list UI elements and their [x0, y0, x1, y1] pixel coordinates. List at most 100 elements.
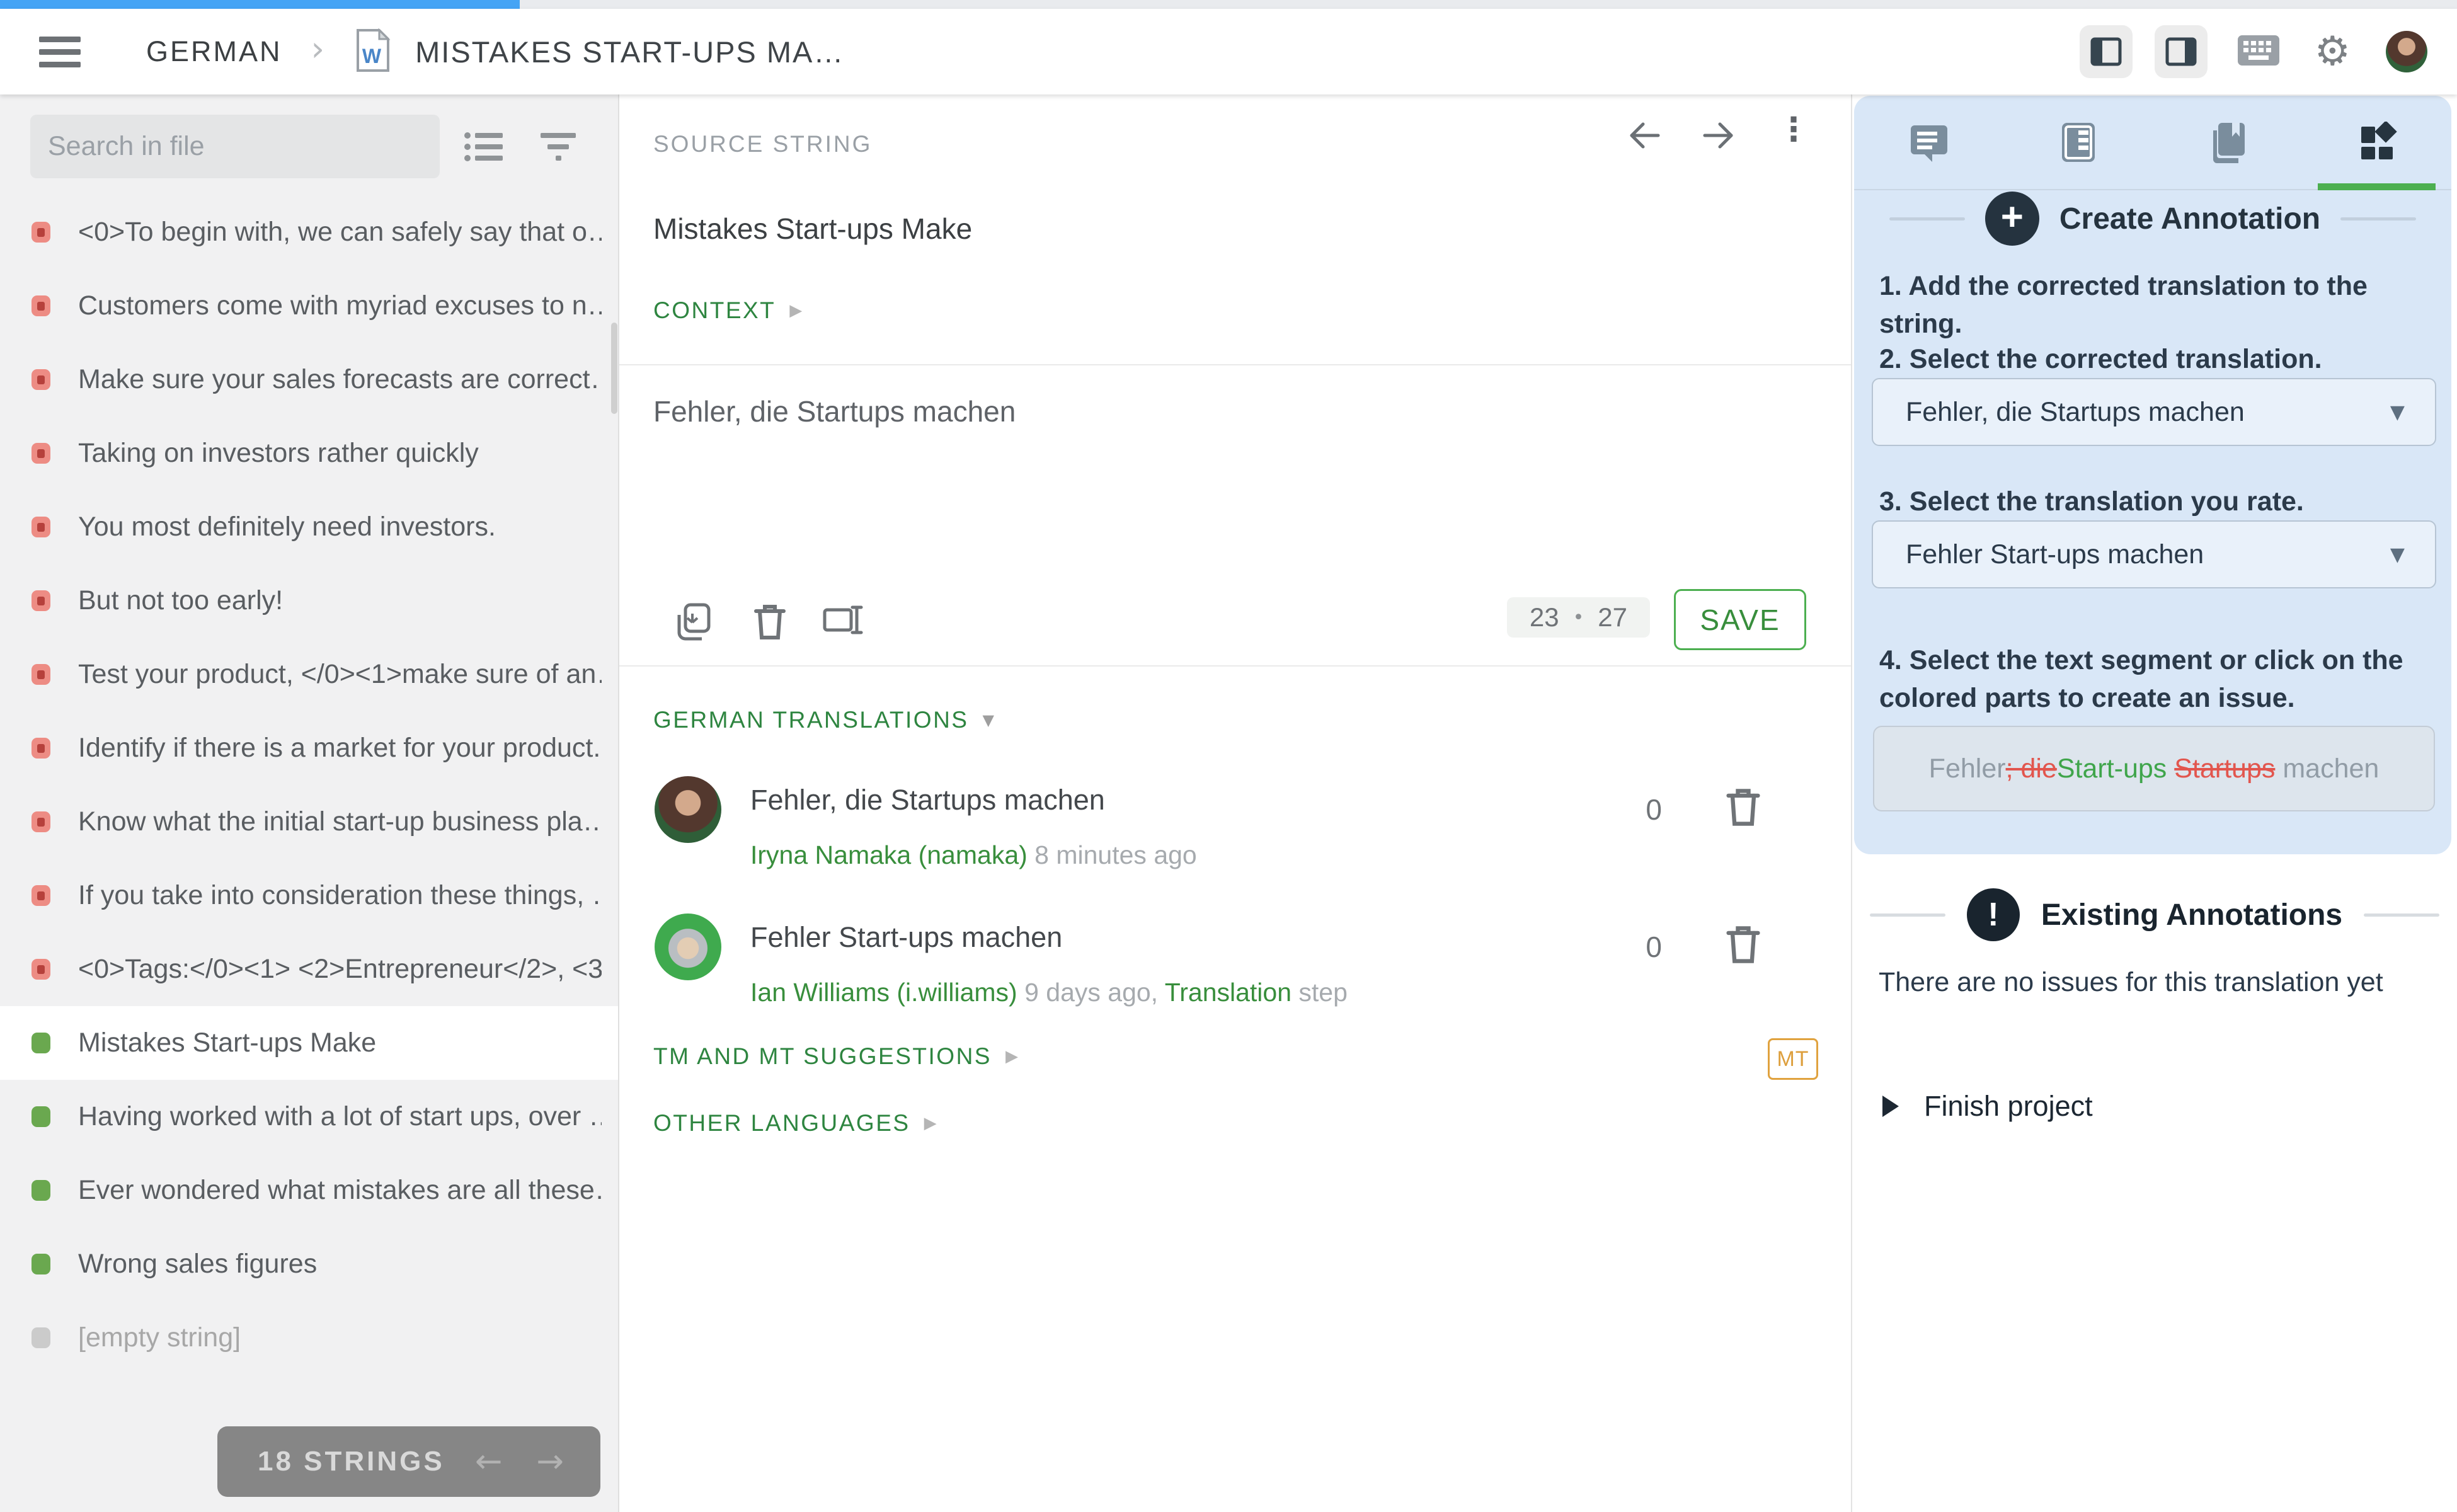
string-text: Ever wondered what mistakes are all thes…: [78, 1175, 602, 1206]
string-list-item[interactable]: Ever wondered what mistakes are all thes…: [0, 1154, 618, 1227]
finish-project-toggle[interactable]: Finish project: [1882, 1090, 2093, 1123]
string-list-item[interactable]: If you take into consideration these thi…: [0, 859, 618, 932]
translation-time: 9 days ago,: [1017, 978, 1165, 1007]
toggle-left-panel-button[interactable]: [2080, 25, 2133, 78]
string-list-item[interactable]: Taking on investors rather quickly: [0, 416, 618, 490]
char-count-separator: •: [1573, 607, 1584, 629]
string-list-item[interactable]: Identify if there is a market for your p…: [0, 711, 618, 785]
file-progress-fill: [0, 0, 520, 9]
copy-source-button[interactable]: [673, 602, 711, 644]
string-list-item[interactable]: Know what the initial start-up business …: [0, 785, 618, 859]
string-text: Make sure your sales forecasts are corre…: [78, 364, 602, 395]
toggle-right-panel-button[interactable]: [2155, 25, 2208, 78]
more-options-icon[interactable]: ⋮: [1777, 111, 1810, 149]
annotation-step-3: 3. Select the translation you rate.: [1879, 483, 2434, 520]
diff-segment-added[interactable]: Start-ups: [2057, 753, 2174, 784]
select-text-icon[interactable]: [822, 602, 864, 641]
translation-rating: 0: [1646, 793, 1662, 827]
string-text: If you take into consideration these thi…: [78, 880, 602, 911]
string-list-item[interactable]: Customers come with myriad excuses to n…: [0, 269, 618, 343]
translator-name-link[interactable]: Iryna Namaka (namaka): [750, 840, 1028, 869]
corrected-translation-select[interactable]: Fehler, die Startups machen ▼: [1872, 378, 2436, 446]
char-counter: 23 • 27: [1507, 597, 1650, 638]
tab-annotations[interactable]: [2302, 96, 2451, 189]
string-list-item[interactable]: <0>To begin with, we can safely say that…: [0, 195, 618, 269]
tab-glossary[interactable]: [2153, 96, 2302, 189]
list-view-icon[interactable]: [464, 130, 504, 166]
strings-pager: 18 STRINGS ← →: [217, 1426, 600, 1497]
string-text: Test your product, </0><1>make sure of a…: [78, 659, 602, 690]
translator-avatar: [655, 776, 721, 843]
topbar-actions: ⚙: [2080, 25, 2427, 78]
svg-text:W: W: [362, 45, 382, 67]
no-issues-message: There are no issues for this translation…: [1879, 967, 2383, 998]
diff-segment-unchanged: Fehler: [1929, 753, 2006, 784]
annotation-step-4-line1: 4. Select the text segment or click on t…: [1879, 641, 2434, 679]
string-list-item[interactable]: You most definitely need investors.: [0, 490, 618, 564]
breadcrumb-project[interactable]: GERMAN: [146, 35, 282, 68]
plus-circle-icon: +: [1985, 192, 2039, 246]
divider: [2340, 217, 2416, 220]
string-list-item[interactable]: But not too early!: [0, 564, 618, 638]
user-avatar[interactable]: [2386, 31, 2427, 72]
string-text: [empty string]: [78, 1322, 241, 1353]
source-text: Mistakes Start-ups Make: [653, 212, 972, 246]
string-list-item[interactable]: [empty string]: [0, 1301, 618, 1375]
settings-gear-icon[interactable]: ⚙: [2315, 32, 2351, 72]
string-list-item[interactable]: Make sure your sales forecasts are corre…: [0, 343, 618, 416]
keyboard-shortcuts-button[interactable]: [2238, 35, 2279, 69]
next-page-icon[interactable]: →: [536, 1445, 564, 1478]
divider: [619, 364, 1851, 365]
char-count-max: 27: [1598, 602, 1627, 633]
string-text: <0>Tags:</0><1> <2>Entrepreneur</2>, <3…: [78, 954, 602, 985]
panel-tabs: [1854, 96, 2451, 190]
other-languages-section-toggle[interactable]: OTHER LANGUAGES ▶: [653, 1110, 937, 1137]
context-section-toggle[interactable]: CONTEXT ▶: [653, 297, 802, 324]
tm-mt-section-toggle[interactable]: TM AND MT SUGGESTIONS ▶: [653, 1043, 1018, 1070]
divider: [619, 665, 1851, 667]
tab-string-info[interactable]: [2003, 96, 2153, 189]
string-list-item[interactable]: Test your product, </0><1>make sure of a…: [0, 638, 618, 711]
translation-rating: 0: [1646, 930, 1662, 964]
string-list-item[interactable]: <0>Tags:</0><1> <2>Entrepreneur</2>, <3…: [0, 932, 618, 1006]
diff-preview-box[interactable]: Fehler; dieStart-ups Startups machen: [1873, 726, 2435, 811]
chevron-down-icon: ▼: [2390, 401, 2405, 423]
string-list-item[interactable]: Wrong sales figures: [0, 1227, 618, 1301]
string-text: Mistakes Start-ups Make: [78, 1028, 376, 1058]
char-count-current: 23: [1530, 602, 1559, 633]
sidebar-scrollbar[interactable]: [611, 323, 617, 414]
string-text: You most definitely need investors.: [78, 512, 496, 542]
delete-translation-button[interactable]: [1725, 786, 1761, 831]
string-text: Know what the initial start-up business …: [78, 806, 602, 837]
delete-translation-button[interactable]: [1725, 924, 1761, 968]
string-status-icon: [32, 1327, 50, 1348]
translation-editor-text[interactable]: Fehler, die Startups machen: [653, 394, 1016, 428]
translations-list: Fehler, die Startups machen Iryna Namaka…: [619, 776, 1851, 1051]
strings-sidebar: Search in file <0>To begin with, we can …: [0, 94, 619, 1512]
save-button[interactable]: SAVE: [1674, 589, 1806, 650]
string-status-icon: [32, 369, 50, 390]
translation-entry: Fehler Start-ups machen Ian Williams (i.…: [619, 914, 1851, 1051]
tab-comments[interactable]: [1854, 96, 2003, 189]
annotation-step-4-line2: colored parts to create an issue.: [1879, 679, 2434, 717]
diff-segment-removed[interactable]: Startups: [2174, 753, 2275, 784]
string-status-icon: [32, 1106, 50, 1127]
clear-translation-icon[interactable]: [753, 602, 787, 644]
filter-icon[interactable]: [539, 130, 577, 166]
next-string-button[interactable]: [1699, 116, 1738, 158]
rated-translation-select[interactable]: Fehler Start-ups machen ▼: [1872, 520, 2436, 588]
previous-string-button[interactable]: [1625, 116, 1664, 158]
translations-section-toggle[interactable]: GERMAN TRANSLATIONS ▼: [653, 707, 994, 733]
translator-name-link[interactable]: Ian Williams (i.williams): [750, 978, 1017, 1007]
diff-segment-removed[interactable]: ; die: [2006, 753, 2057, 784]
search-input[interactable]: Search in file: [30, 115, 440, 178]
string-list-item[interactable]: Having worked with a lot of start ups, o…: [0, 1080, 618, 1154]
string-status-icon: [32, 1180, 50, 1201]
workflow-step-link[interactable]: Translation: [1165, 978, 1292, 1007]
translation-entry: Fehler, die Startups machen Iryna Namaka…: [619, 776, 1851, 914]
prev-page-icon[interactable]: ←: [475, 1445, 503, 1478]
string-list-item[interactable]: Mistakes Start-ups Make: [0, 1006, 618, 1080]
translation-entry-text: Fehler Start-ups machen: [750, 921, 1062, 954]
menu-icon[interactable]: [39, 30, 81, 74]
create-annotation-card: + Create Annotation 1. Add the corrected…: [1854, 96, 2451, 854]
